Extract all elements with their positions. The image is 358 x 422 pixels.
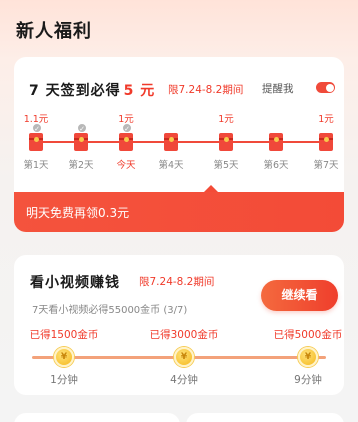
video-card: 看小视频赚钱 限7.24-8.2期间 7天看小视频必得55000金币 (3/7)…: [14, 255, 344, 395]
packet-seal: [33, 137, 39, 142]
red-packet-icon: [269, 133, 283, 151]
remind-label: 提醒我: [262, 83, 294, 95]
gold-coin-icon: ¥: [54, 347, 74, 367]
checkin-day[interactable]: 1元第5天: [206, 111, 246, 171]
checkin-day[interactable]: 第4天: [151, 111, 191, 171]
video-subtitle: 7天看小视频必得55000金币 (3/7): [32, 305, 188, 316]
checkin-day[interactable]: 1.1元 ✓ 第1天: [16, 111, 56, 171]
checkin-day[interactable]: 1元第7天: [306, 111, 344, 171]
tomorrow-text: 明天免费再领0.3元: [26, 206, 130, 220]
checkin-period: 限7.24-8.2期间: [168, 84, 244, 96]
red-packet-icon: [74, 133, 88, 151]
video-period: 限7.24-8.2期间: [139, 276, 215, 288]
checkin-card: 7 天签到必得 5 元 限7.24-8.2期间 提醒我 1.1元 ✓ 第1天 ✓ 第2天 1…: [14, 57, 344, 232]
packet-seal: [323, 137, 329, 142]
red-packet-icon: [164, 133, 178, 151]
tomorrow-banner: 明天免费再领0.3元: [14, 185, 344, 232]
page-title: 新人福利: [16, 21, 92, 42]
packet-seal: [123, 137, 129, 142]
day-label: 第4天: [158, 160, 184, 171]
day-label: 第6天: [263, 160, 289, 171]
checkin-title-amount: 5 元: [123, 83, 156, 99]
milestone-reward: 已得1500金币: [29, 329, 99, 341]
day-label: 第5天: [213, 160, 239, 171]
remind-toggle[interactable]: [316, 82, 335, 93]
toggle-knob: [325, 83, 334, 92]
checkin-day[interactable]: 第6天: [256, 111, 296, 171]
next-card-left: [14, 413, 180, 422]
day-reward: [256, 111, 296, 125]
next-card-right: [186, 413, 344, 422]
checkin-day[interactable]: ✓ 第2天: [61, 111, 101, 171]
red-packet-icon: [119, 133, 133, 151]
packet-seal: [78, 137, 84, 142]
video-title: 看小视频赚钱: [30, 275, 120, 291]
check-icon: ✓: [122, 123, 132, 133]
day-label: 今天: [116, 160, 136, 171]
continue-watching-button[interactable]: 继续看: [261, 280, 338, 311]
packet-seal: [168, 137, 174, 142]
checkin-day[interactable]: 1元 ✓ 今天: [106, 111, 146, 171]
packet-seal: [273, 137, 279, 142]
milestone-time: 1分钟: [50, 374, 78, 386]
day-label: 第7天: [313, 160, 339, 171]
check-icon: ✓: [77, 123, 87, 133]
red-packet-icon: [319, 133, 333, 151]
milestone-time: 4分钟: [170, 374, 198, 386]
day-label: 第1天: [23, 160, 49, 171]
milestone-time: 9分钟: [294, 374, 322, 386]
milestone-reward: 已得3000金币: [149, 329, 219, 341]
day-reward: [151, 111, 191, 125]
red-packet-icon: [29, 133, 43, 151]
gold-coin-icon: ¥: [174, 347, 194, 367]
day-reward: 1元: [218, 114, 234, 125]
red-packet-icon: [219, 133, 233, 151]
gold-coin-icon: ¥: [298, 347, 318, 367]
check-icon: ✓: [32, 123, 42, 133]
banner-pointer: [204, 185, 218, 192]
day-reward: 1元: [318, 114, 334, 125]
day-label: 第2天: [68, 160, 94, 171]
checkin-title-prefix: 7 天签到必得: [29, 83, 121, 99]
packet-seal: [223, 137, 229, 142]
checkin-title: 7 天签到必得 5 元: [29, 80, 158, 100]
milestone-reward: 已得5000金币: [273, 329, 343, 341]
